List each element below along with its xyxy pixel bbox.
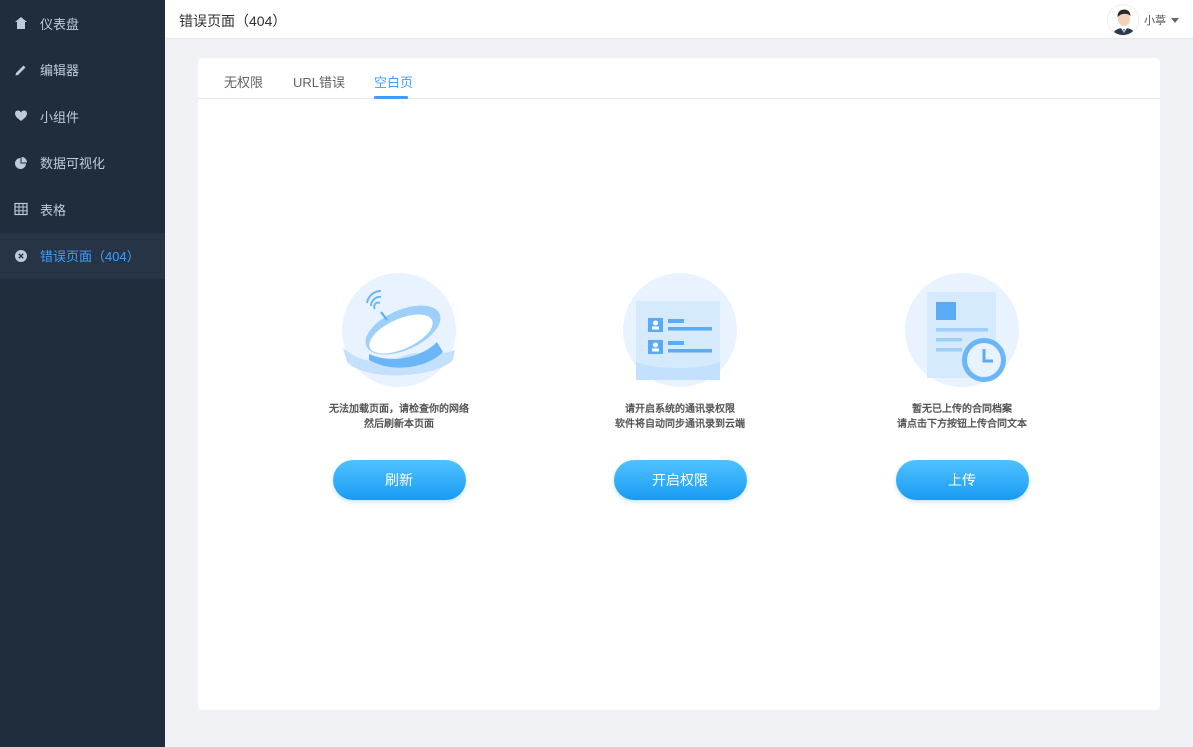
widget-icon xyxy=(13,109,28,124)
avatar[interactable] xyxy=(1107,4,1139,36)
user-name: 小葶 xyxy=(1144,15,1166,27)
refresh-button[interactable]: 刷新 xyxy=(332,460,466,500)
page-title: 错误页面（404） xyxy=(179,13,287,29)
enable-permission-button[interactable]: 开启权限 xyxy=(613,460,747,500)
description-line-1: 请开启系统的通讯录权限 xyxy=(625,404,735,415)
sidebar-item-label: 错误页面（404） xyxy=(40,249,140,265)
contract-upload-panel: 暂无已上传的合同档案 请点击下方按钮上传合同文本 上传 xyxy=(862,272,1062,500)
close-circle-icon xyxy=(13,248,28,263)
contacts-permission-panel: 请开启系统的通讯录权限 软件将自动同步通讯录到云端 开启权限 xyxy=(580,272,780,500)
description-line-1: 暂无已上传的合同档案 xyxy=(912,404,1012,415)
tab-no-permission[interactable]: 无权限 xyxy=(224,72,263,91)
sidebar-item-editor[interactable]: 编辑器 xyxy=(0,47,165,94)
header: 错误页面（404） 小葶 xyxy=(165,0,1193,39)
sidebar-item-label: 仪表盘 xyxy=(40,16,80,32)
document-clock-illustration xyxy=(904,272,1020,388)
content-card: 无权限 URL错误 空白页 无法加载页面，请检查你的网络 然后刷新本页面 刷新 xyxy=(198,58,1160,710)
sidebar-item-label: 数据可视化 xyxy=(40,156,106,172)
description-line-2: 然后刷新本页面 xyxy=(364,419,434,430)
dashboard-icon xyxy=(13,16,28,31)
table-icon xyxy=(13,202,28,217)
tab-blank-page[interactable]: 空白页 xyxy=(374,72,413,91)
sidebar-item-label: 编辑器 xyxy=(40,63,80,79)
tab-url-error[interactable]: URL错误 xyxy=(293,72,345,91)
description-line-2: 请点击下方按钮上传合同文本 xyxy=(897,419,1027,430)
panel-description: 暂无已上传的合同档案 请点击下方按钮上传合同文本 xyxy=(862,402,1062,432)
sidebar-item-data-visualization[interactable]: 数据可视化 xyxy=(0,140,165,187)
sidebar-item-widgets[interactable]: 小组件 xyxy=(0,93,165,140)
sidebar-item-label: 表格 xyxy=(40,202,67,218)
pie-chart-icon xyxy=(13,155,28,170)
tabs: 无权限 URL错误 空白页 xyxy=(198,58,1160,99)
description-line-2: 软件将自动同步通讯录到云端 xyxy=(615,419,745,430)
caret-down-icon[interactable] xyxy=(1171,17,1179,23)
panel-description: 无法加载页面，请检查你的网络 然后刷新本页面 xyxy=(299,402,499,432)
upload-button[interactable]: 上传 xyxy=(895,460,1029,500)
sidebar-item-dashboard[interactable]: 仪表盘 xyxy=(0,0,165,47)
panel-description: 请开启系统的通讯录权限 软件将自动同步通讯录到云端 xyxy=(580,402,780,432)
contacts-illustration xyxy=(622,272,738,388)
pencil-icon xyxy=(13,62,28,77)
user-menu[interactable]: 小葶 xyxy=(1107,4,1179,36)
network-error-panel: 无法加载页面，请检查你的网络 然后刷新本页面 刷新 xyxy=(299,272,499,500)
sidebar-item-label: 小组件 xyxy=(40,109,80,125)
active-tab-indicator xyxy=(374,96,408,99)
sidebar: 仪表盘 编辑器 小组件 数据可视化 表格 错误页面（404） xyxy=(0,0,165,747)
satellite-dish-illustration xyxy=(341,272,457,388)
description-line-1: 无法加载页面，请检查你的网络 xyxy=(329,404,469,415)
sidebar-item-error-page[interactable]: 错误页面（404） xyxy=(0,232,165,279)
sidebar-item-table[interactable]: 表格 xyxy=(0,186,165,233)
